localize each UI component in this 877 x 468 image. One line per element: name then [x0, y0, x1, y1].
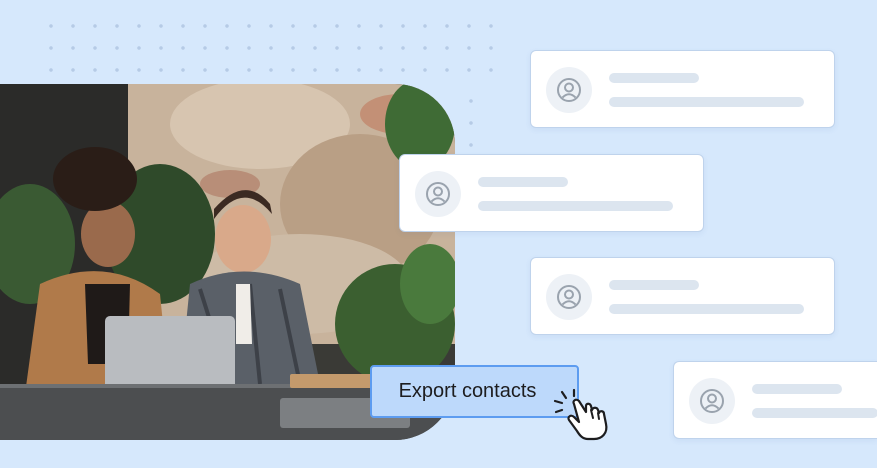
contact-card	[530, 257, 835, 335]
detail-placeholder	[478, 201, 673, 211]
contact-card	[530, 50, 835, 128]
contact-card	[673, 361, 877, 439]
name-placeholder	[478, 177, 568, 187]
export-contacts-button[interactable]: Export contacts	[370, 365, 579, 418]
hand-pointer-click-icon	[552, 388, 620, 447]
detail-placeholder	[752, 408, 877, 418]
name-placeholder	[752, 384, 842, 394]
user-circle-icon	[546, 67, 592, 113]
detail-placeholder	[609, 304, 804, 314]
user-circle-icon	[546, 274, 592, 320]
name-placeholder	[609, 280, 699, 290]
detail-placeholder	[609, 97, 804, 107]
name-placeholder	[609, 73, 699, 83]
decorative-dot-grid	[40, 15, 500, 75]
user-circle-icon	[689, 378, 735, 424]
export-contacts-label: Export contacts	[398, 380, 537, 402]
user-circle-icon	[415, 171, 461, 217]
contact-card	[399, 154, 704, 232]
